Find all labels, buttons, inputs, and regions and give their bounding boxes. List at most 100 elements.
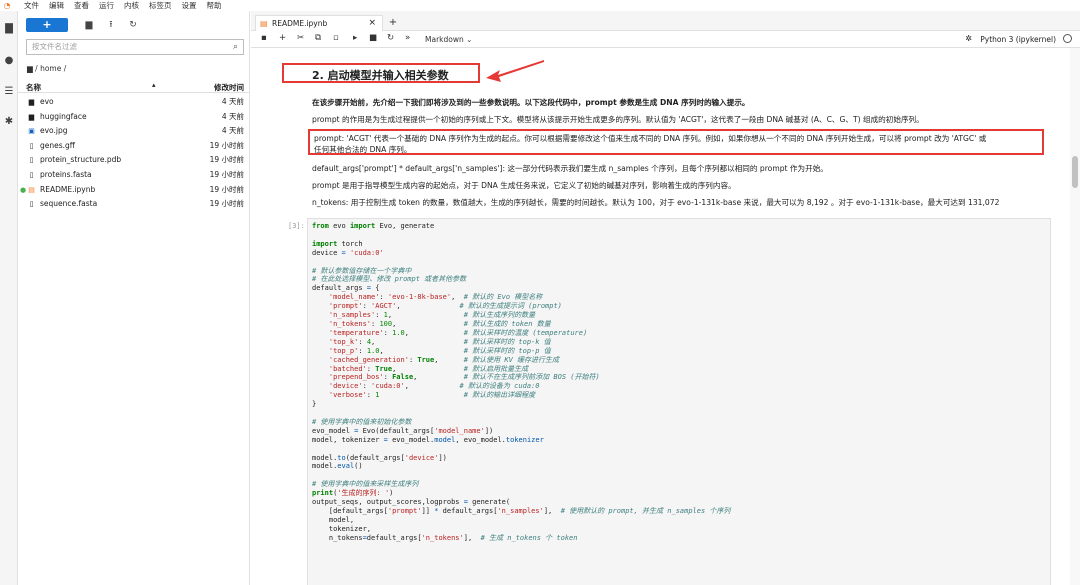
image-icon: ▣ <box>28 127 35 136</box>
file-list-header: 名称 ▴ 修改时间 <box>18 81 250 93</box>
menu-file[interactable]: 文件 <box>24 0 39 11</box>
folder-icon: ▆ <box>28 98 35 106</box>
notebook-content: 2. 启动模型并输入相关参数 在该步骤开始前，先介绍一下我们即将涉及到的一些参数… <box>258 48 1068 585</box>
file-row[interactable]: ● ▤ README.ipynb 19 小时前 <box>18 183 250 198</box>
notebook-icon: ▤ <box>28 185 35 194</box>
kernel-name[interactable]: Python 3 (ipykernel) <box>980 35 1056 44</box>
section-heading-box: 2. 启动模型并输入相关参数 <box>282 63 480 83</box>
copy-icon[interactable]: ⧉ <box>315 33 321 43</box>
fast-forward-icon[interactable]: » <box>405 33 410 43</box>
menu-kernel[interactable]: 内核 <box>124 0 139 11</box>
new-folder-icon[interactable]: ▆ <box>78 20 100 30</box>
code-cell[interactable]: from evo import Evo, generate import tor… <box>307 218 1051 585</box>
menubar: ◔ 文件 编辑 查看 运行 内核 标签页 设置 帮助 <box>0 0 1080 11</box>
filter-placeholder: 按文件名过滤 <box>32 42 77 51</box>
file-modified: 4 天前 <box>221 126 244 136</box>
stop-icon[interactable]: ■ <box>369 33 377 43</box>
menu-help[interactable]: 帮助 <box>207 0 222 11</box>
file-row[interactable]: ▯ genes.gff 19 小时前 <box>18 139 250 154</box>
paragraph: n_tokens: 用于控制生成 token 的数量，数值越大，生成的序列越长，… <box>312 198 1000 207</box>
file-icon: ▯ <box>29 156 34 165</box>
paragraph: prompt 的作用是为生成过程提供一个初始的序列或上下文。模型将从该提示开始生… <box>312 115 924 124</box>
running-dot-icon: ● <box>20 185 27 194</box>
cut-icon[interactable]: ✂ <box>297 33 304 43</box>
tab-title: README.ipynb <box>272 19 328 28</box>
file-row[interactable]: ▯ proteins.fasta 19 小时前 <box>18 168 250 183</box>
file-icon: ▯ <box>29 170 34 179</box>
menu-settings[interactable]: 设置 <box>182 0 197 11</box>
file-name: evo <box>40 97 54 106</box>
column-modified[interactable]: 修改时间 <box>214 82 244 93</box>
paste-icon[interactable]: ▫ <box>333 33 339 43</box>
file-list: ▆ evo 4 天前 ▆ huggingface 4 天前 ▣ evo.jpg 4 天前 ▯… <box>18 95 250 212</box>
sort-caret-icon: ▴ <box>152 81 156 89</box>
notebook-icon: ▤ <box>260 19 268 28</box>
breadcrumb-path: / home / <box>35 64 67 73</box>
new-launcher-button[interactable]: + <box>26 18 68 32</box>
run-icon[interactable]: ▸ <box>353 33 357 43</box>
file-row[interactable]: ▯ sequence.fasta 19 小时前 <box>18 197 250 212</box>
menu-edit[interactable]: 编辑 <box>49 0 64 11</box>
file-row[interactable]: ▆ evo 4 天前 <box>18 95 250 110</box>
filter-input[interactable]: 按文件名过滤 ⌕ <box>26 39 244 55</box>
file-modified: 19 小时前 <box>209 155 244 165</box>
insert-cell-icon[interactable]: + <box>279 33 286 43</box>
cell-type-value: Markdown <box>425 35 464 44</box>
paragraph: 任何其他合法的 DNA 序列。 <box>314 145 412 154</box>
tab-readme[interactable]: ▤ README.ipynb × <box>255 15 383 31</box>
running-icon[interactable]: ● <box>3 55 15 67</box>
file-modified: 4 天前 <box>221 111 244 121</box>
add-tab-button[interactable]: + <box>386 16 400 29</box>
folder-icon: ▆ <box>27 64 33 73</box>
close-icon[interactable]: × <box>368 16 376 31</box>
jupyter-logo-icon: ◔ <box>3 1 11 10</box>
menu-tabs[interactable]: 标签页 <box>149 0 172 11</box>
file-row[interactable]: ▆ huggingface 4 天前 <box>18 110 250 125</box>
file-modified: 19 小时前 <box>209 199 244 209</box>
kernel-status-icon <box>1063 34 1072 43</box>
paragraph: prompt: 'ACGT' 代表一个基础的 DNA 序列作为生成的起点。你可以… <box>314 134 987 143</box>
code-content: from evo import Evo, generate import tor… <box>312 222 731 542</box>
paragraph: default_args['prompt'] * default_args['n… <box>312 164 828 173</box>
file-name: huggingface <box>40 111 87 121</box>
file-name: sequence.fasta <box>40 199 98 209</box>
restart-icon[interactable]: ↻ <box>387 33 394 43</box>
file-row[interactable]: ▣ evo.jpg 4 天前 <box>18 124 250 139</box>
file-name: genes.gff <box>40 140 75 150</box>
cell-type-select[interactable]: Markdown ⌄ <box>425 35 472 44</box>
column-name[interactable]: 名称 <box>26 82 41 93</box>
annotation-arrow <box>486 60 544 82</box>
activity-bar: ▇ ● ☰ ✱ <box>0 11 18 585</box>
toc-icon[interactable]: ☰ <box>3 86 15 98</box>
file-modified: 19 小时前 <box>209 169 244 179</box>
menu-run[interactable]: 运行 <box>99 0 114 11</box>
paragraph: prompt 是用于指导模型生成内容的起始点，对于 DNA 生成任务来说，它定义… <box>312 181 736 190</box>
file-browser: + ▆ ⭱ ↻ 按文件名过滤 ⌕ ▆ / home / 名称 ▴ 修改时间 ▆ e… <box>18 11 250 585</box>
gear-icon[interactable]: ✲ <box>965 34 972 43</box>
file-icon: ▯ <box>29 200 34 209</box>
chevron-down-icon: ⌄ <box>466 35 473 44</box>
file-modified: 19 小时前 <box>209 140 244 150</box>
save-icon[interactable]: ▪ <box>261 33 267 43</box>
highlight-box: prompt: 'ACGT' 代表一个基础的 DNA 序列作为生成的起点。你可以… <box>308 129 1044 155</box>
scrollbar[interactable] <box>1070 48 1080 585</box>
paragraph: 在该步骤开始前，先介绍一下我们即将涉及到的一些参数说明。以下这段代码中，prom… <box>312 98 750 107</box>
file-name: proteins.fasta <box>40 169 92 179</box>
section-heading: 2. 启动模型并输入相关参数 <box>312 69 449 82</box>
refresh-icon[interactable]: ↻ <box>122 20 144 30</box>
extension-icon[interactable]: ✱ <box>3 116 15 128</box>
upload-icon[interactable]: ⭱ <box>100 17 122 33</box>
folder-icon[interactable]: ▇ <box>3 23 15 35</box>
file-name: README.ipynb <box>40 184 96 194</box>
notebook-toolbar: ▪ + ✂ ⧉ ▫ ▸ ■ ↻ » Markdown ⌄ ✲ Python 3 … <box>251 31 1080 48</box>
breadcrumb[interactable]: ▆ / home / <box>27 64 66 73</box>
cell-prompt: [3]: <box>288 222 305 230</box>
search-icon: ⌕ <box>232 42 238 52</box>
file-name: protein_structure.pdb <box>40 155 122 165</box>
file-modified: 19 小时前 <box>209 184 244 194</box>
tab-bar: ▤ README.ipynb × + <box>251 11 1080 31</box>
scrollbar-thumb[interactable] <box>1072 156 1078 188</box>
file-row[interactable]: ▯ protein_structure.pdb 19 小时前 <box>18 153 250 168</box>
menu-view[interactable]: 查看 <box>74 0 89 11</box>
file-icon: ▯ <box>29 141 34 150</box>
